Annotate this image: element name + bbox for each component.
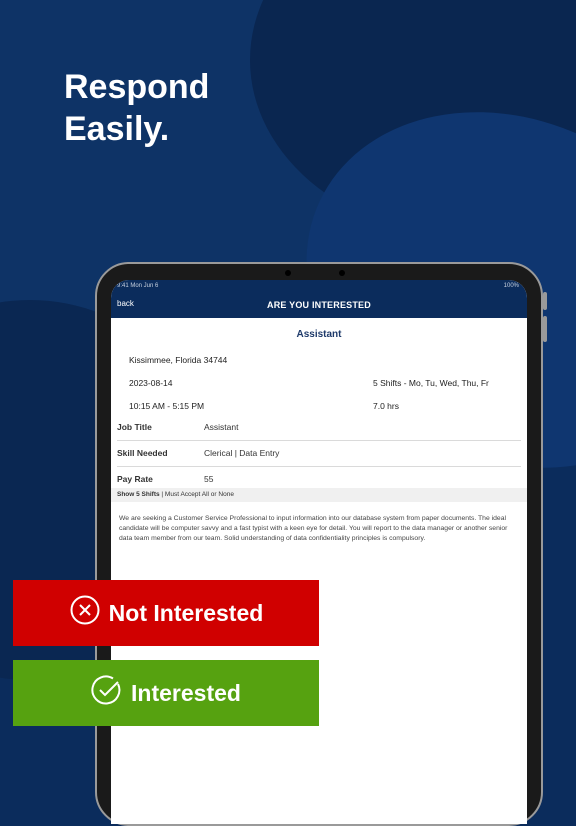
status-battery: 100% (503, 283, 519, 289)
job-location: Kissimmee, Florida 34744 (129, 355, 228, 365)
shifts-bar: Show 5 Shifts | Must Accept All or None (111, 488, 527, 502)
detail-value: Clerical | Data Entry (204, 448, 280, 458)
not-interested-button[interactable]: Not Interested (13, 580, 319, 646)
nav-title: ARE YOU INTERESTED (267, 300, 371, 310)
nav-bar: back ARE YOU INTERESTED (111, 292, 527, 318)
headline: Respond Easily. (64, 66, 209, 150)
detail-row-skill-needed: Skill Needed Clerical | Data Entry (117, 440, 521, 467)
job-hours: 7.0 hrs (373, 401, 399, 411)
x-circle-icon (69, 594, 101, 632)
job-time-range: 10:15 AM - 5:15 PM (129, 401, 205, 411)
check-circle-icon (91, 674, 123, 712)
status-bar: 9:41 Mon Jun 6 100% (111, 280, 527, 292)
detail-value: 55 (204, 474, 214, 484)
back-button[interactable]: back (117, 299, 134, 308)
headline-line-2: Easily. (64, 110, 170, 148)
status-time: 9:41 Mon Jun 6 (117, 283, 159, 289)
detail-label: Skill Needed (117, 448, 168, 458)
interested-button[interactable]: Interested (13, 660, 319, 726)
detail-value: Assistant (204, 422, 239, 432)
app-screen: 9:41 Mon Jun 6 100% back ARE YOU INTERES… (111, 280, 527, 824)
tablet-device: 9:41 Mon Jun 6 100% back ARE YOU INTERES… (95, 262, 547, 826)
speaker-dot (285, 270, 291, 276)
interested-label: Interested (131, 679, 241, 706)
job-title: Assistant (296, 329, 342, 340)
detail-label: Job Title (117, 422, 152, 432)
job-detail: Assistant Kissimmee, Florida 34744 2023-… (111, 318, 527, 824)
detail-label: Pay Rate (117, 474, 153, 484)
not-interested-label: Not Interested (108, 599, 264, 626)
headline-line-1: Respond (64, 68, 210, 106)
job-description: We are seeking a Customer Service Profes… (119, 515, 508, 542)
detail-row-job-title: Job Title Assistant (117, 414, 521, 441)
shifts-rule: | Must Accept All or None (159, 491, 234, 498)
show-shifts-link[interactable]: Show 5 Shifts (117, 491, 160, 498)
job-shifts-summary: 5 Shifts - Mo, Tu, Wed, Thu, Fr (373, 378, 489, 388)
camera-icon (339, 270, 345, 276)
job-date: 2023-08-14 (129, 378, 173, 388)
